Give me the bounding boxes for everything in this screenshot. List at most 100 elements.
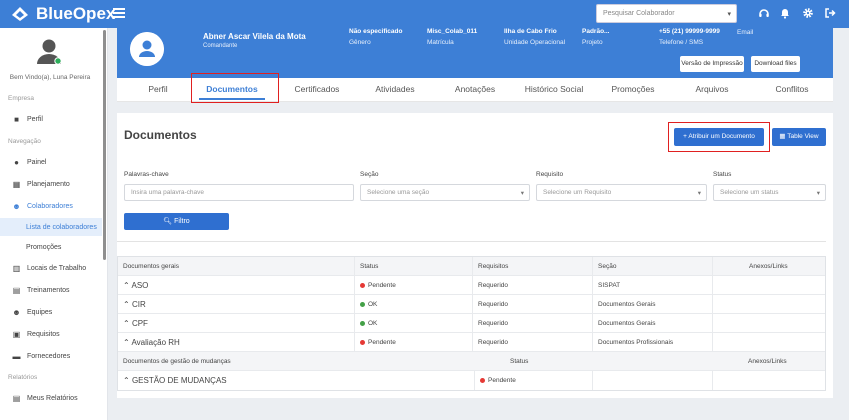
sidebar-item-label: Painel xyxy=(27,158,47,166)
tab-arquivos[interactable]: Arquivos xyxy=(686,84,738,94)
status-dot xyxy=(360,320,365,326)
headset-icon[interactable] xyxy=(758,7,770,19)
col-header-anexos: Anexos/Links xyxy=(748,358,787,365)
table-row[interactable]: ⌃ GESTÃO DE MUDANÇAS Pendente xyxy=(118,371,825,390)
tab-conflitos[interactable]: Conflitos xyxy=(764,84,820,94)
highlight-box-button xyxy=(668,122,770,152)
keywords-placeholder: Insira uma palavra-chave xyxy=(131,189,204,196)
sidebar-scrollbar[interactable] xyxy=(103,30,106,260)
sidebar-item-colaboradores[interactable]: ☻ Colaboradores xyxy=(0,196,102,216)
status-placeholder: Selecione um status xyxy=(720,189,779,196)
status-filter-label: Status xyxy=(713,171,732,178)
profile-email-label: Email xyxy=(737,29,754,36)
status-dot xyxy=(360,301,365,307)
chevron-up-icon[interactable]: ⌃ xyxy=(123,319,132,328)
table-view-button[interactable]: ▦ Table View xyxy=(772,128,826,146)
search-placeholder: Pesquisar Colaborador xyxy=(603,10,675,17)
app-logo[interactable]: BlueOpex xyxy=(10,4,115,24)
calendar-icon: ▦ xyxy=(12,179,21,189)
requirement-select[interactable]: Selecione um Requisito ▾ xyxy=(536,184,707,201)
profile-gender-label: Gênero xyxy=(349,39,371,46)
tab-certificados[interactable]: Certificados xyxy=(287,84,347,94)
team-icon: ☻ xyxy=(12,307,21,317)
profile-phone-value: +55 (21) 99999-9999 xyxy=(659,28,720,35)
col-header-status: Status xyxy=(354,257,472,276)
profile-registration-label: Matrícula xyxy=(427,39,454,46)
filter-button-label: Filtro xyxy=(174,218,190,225)
tab-promocoes[interactable]: Promoções xyxy=(603,84,663,94)
requirement-placeholder: Selecione um Requisito xyxy=(543,189,612,196)
sidebar-item-label: Perfil xyxy=(27,115,43,123)
doc-name: CIR xyxy=(131,300,146,309)
print-version-button[interactable]: Versão de Impressão xyxy=(680,56,744,72)
truck-icon: ▬ xyxy=(12,351,21,361)
sidebar-item-meus-relatorios[interactable]: ▤ Meus Relatórios xyxy=(0,388,102,408)
change-table-header-row: Documentos de gestão de mudanças Status … xyxy=(118,352,825,371)
app-name: BlueOpex xyxy=(36,4,116,23)
sidebar-item-label: Locais de Trabalho xyxy=(27,264,87,272)
table-row[interactable]: ⌃ Avaliação RH Pendente Requerido Docume… xyxy=(118,333,825,352)
menu-toggle-icon[interactable] xyxy=(113,6,125,20)
status-cell: Pendente xyxy=(354,276,472,295)
table-row[interactable]: ⌃ CIR OK Requerido Documentos Gerais xyxy=(118,295,825,314)
download-files-button[interactable]: Download files xyxy=(751,56,800,72)
table-row[interactable]: ⌃ CPF OK Requerido Documentos Gerais xyxy=(118,314,825,333)
status-text: Pendente xyxy=(368,282,396,289)
status-text: Pendente xyxy=(488,377,516,384)
profile-role: Comandante xyxy=(203,43,238,49)
sidebar-item-equipes[interactable]: ☻ Equipes xyxy=(0,302,102,322)
sidebar-item-perfil[interactable]: ■ Perfil xyxy=(0,109,102,129)
logout-icon[interactable] xyxy=(824,7,836,19)
section-relatorios: Relatórios xyxy=(8,374,38,381)
doc-name-cell: ⌃ CPF xyxy=(118,314,354,333)
sidebar-item-fornecedores[interactable]: ▬ Fornecedores xyxy=(0,346,102,366)
requirement-filter-label: Requisito xyxy=(536,171,564,178)
page-title: Documentos xyxy=(124,128,197,142)
sidebar-item-label: Meus Relatórios xyxy=(27,394,78,402)
chevron-up-icon[interactable]: ⌃ xyxy=(123,300,132,309)
requirement-cell: Requerido xyxy=(472,295,592,314)
profile-avatar xyxy=(130,32,164,66)
requirement-cell: Requerido xyxy=(472,314,592,333)
divider xyxy=(117,241,826,242)
sidebar-subitem-lista-colaboradores[interactable]: Lista de colaboradores xyxy=(0,218,102,236)
section-select[interactable]: Selecione uma seção ▾ xyxy=(360,184,530,201)
sidebar-item-locais[interactable]: ▥ Locais de Trabalho xyxy=(0,258,102,278)
profile-name: Abner Ascar Vilela da Mota xyxy=(203,32,306,41)
status-dot xyxy=(480,377,485,383)
filter-button[interactable]: 🔍︎ Filtro xyxy=(124,213,229,230)
user-avatar[interactable] xyxy=(34,36,64,66)
status-text: OK xyxy=(368,301,378,308)
tab-anotacoes[interactable]: Anotações xyxy=(447,84,503,94)
chevron-up-icon[interactable]: ⌃ xyxy=(123,376,132,385)
sidebar-item-painel[interactable]: ● Painel xyxy=(0,152,102,172)
documents-table: Documentos gerais Status Requisitos Seçã… xyxy=(117,256,826,391)
status-select[interactable]: Selecione um status ▾ xyxy=(713,184,826,201)
bell-icon[interactable] xyxy=(779,7,791,19)
search-collaborator-select[interactable]: Pesquisar Colaborador ▾ xyxy=(596,4,737,23)
profile-project-value: Padrão... xyxy=(582,28,610,35)
search-icon: 🔍︎ xyxy=(163,218,175,225)
tab-historico-social[interactable]: Histórico Social xyxy=(518,84,590,94)
gear-icon[interactable] xyxy=(802,7,814,19)
section-cell: Documentos Profissionais xyxy=(592,333,712,352)
section-filter-label: Seção xyxy=(360,171,379,178)
tab-atividades[interactable]: Atividades xyxy=(367,84,423,94)
col-header-anexos: Anexos/Links xyxy=(712,257,827,276)
section-empresa: Empresa xyxy=(8,95,35,102)
col-header-status: Status xyxy=(510,358,529,365)
sidebar-item-planejamento[interactable]: ▦ Planejamento xyxy=(0,174,102,194)
sidebar-item-requisitos[interactable]: ▣ Requisitos xyxy=(0,324,102,344)
keywords-input[interactable]: Insira uma palavra-chave xyxy=(124,184,354,201)
doc-name: GESTÃO DE MUDANÇAS xyxy=(131,376,227,385)
col-header-gestao-mudancas: Documentos de gestão de mudanças xyxy=(123,358,231,365)
doc-name: Avaliação RH xyxy=(131,338,180,347)
sidebar-item-treinamentos[interactable]: ▤ Treinamentos xyxy=(0,280,102,300)
status-text: Pendente xyxy=(368,339,396,346)
sidebar-subitem-promocoes[interactable]: Promoções xyxy=(0,238,102,256)
presentation-icon: ▤ xyxy=(12,285,21,295)
table-row[interactable]: ⌃ ASO Pendente Requerido SISPAT xyxy=(118,276,825,295)
profile-project-label: Projeto xyxy=(582,39,603,46)
tab-perfil[interactable]: Perfil xyxy=(136,84,180,94)
section-cell: Documentos Gerais xyxy=(592,314,712,333)
